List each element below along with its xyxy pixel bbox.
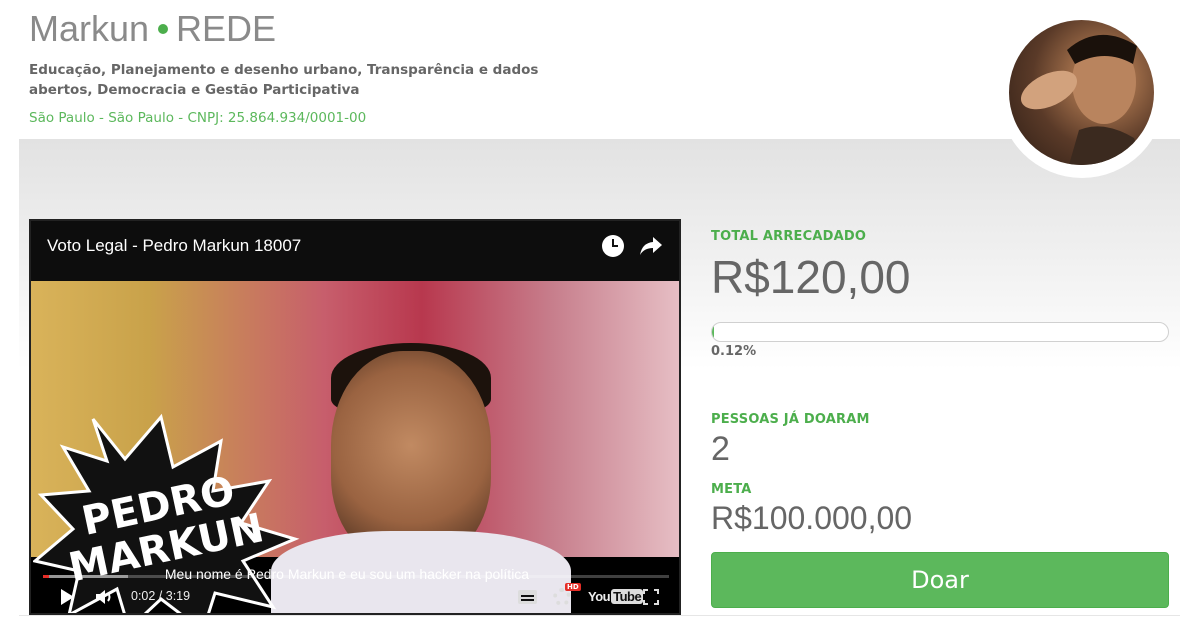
- volume-icon[interactable]: [95, 589, 115, 605]
- avatar-photo: [1020, 34, 1144, 165]
- goal-label: META: [711, 482, 752, 497]
- goal-value: R$100.000,00: [711, 500, 913, 536]
- video-title-bar: Voto Legal - Pedro Markun 18007: [31, 221, 679, 281]
- donors-label: PESSOAS JÁ DOARAM: [711, 412, 870, 427]
- video-title[interactable]: Voto Legal - Pedro Markun 18007: [47, 236, 301, 256]
- share-icon[interactable]: [639, 235, 663, 257]
- video-frame[interactable]: PEDRO MARKUN: [31, 281, 679, 613]
- candidate-name: Markun: [29, 8, 150, 49]
- page-title: Markun REDE: [29, 8, 276, 50]
- funding-percent: 0.12%: [711, 344, 757, 359]
- party-name: REDE: [176, 8, 277, 49]
- hd-badge: HD: [565, 583, 581, 591]
- play-icon[interactable]: [61, 589, 74, 605]
- video-buffer-bar: [43, 575, 128, 578]
- video-subtitle: Meu nome é Pedro Markun e eu sou um hack…: [164, 566, 530, 582]
- video-controls: 0:02 / 3:19 HD You Tube: [31, 581, 679, 613]
- captions-icon[interactable]: [518, 590, 537, 604]
- funding-progress-bar: [711, 322, 1169, 342]
- youtube-logo-text-a: You: [588, 589, 611, 604]
- causes-text: Educação, Planejamento e desenho urbano,…: [29, 62, 539, 98]
- bottom-divider: [19, 615, 1180, 616]
- video-time: 0:02 / 3:19: [131, 589, 191, 603]
- clock-icon[interactable]: [602, 235, 624, 257]
- avatar-frame: [999, 12, 1165, 178]
- total-raised-value: R$120,00: [711, 251, 911, 303]
- youtube-logo[interactable]: You Tube: [588, 589, 644, 604]
- total-raised-label: TOTAL ARRECADADO: [711, 229, 867, 244]
- avatar: [1009, 20, 1154, 165]
- donors-count: 2: [711, 430, 730, 468]
- separator-dot: [158, 24, 169, 35]
- video-progress-bar[interactable]: [43, 575, 669, 578]
- video-player[interactable]: PEDRO MARKUN Voto Legal - Pedro Markun 1…: [29, 219, 681, 615]
- youtube-logo-text-b: Tube: [611, 589, 644, 604]
- video-person-face: [331, 351, 491, 561]
- video-played-bar: [43, 575, 50, 578]
- fullscreen-icon[interactable]: [643, 589, 659, 605]
- location-text: São Paulo - São Paulo - CNPJ: 25.864.934…: [29, 110, 367, 126]
- funding-progress-fill: [712, 323, 714, 341]
- donate-button[interactable]: Doar: [711, 552, 1169, 608]
